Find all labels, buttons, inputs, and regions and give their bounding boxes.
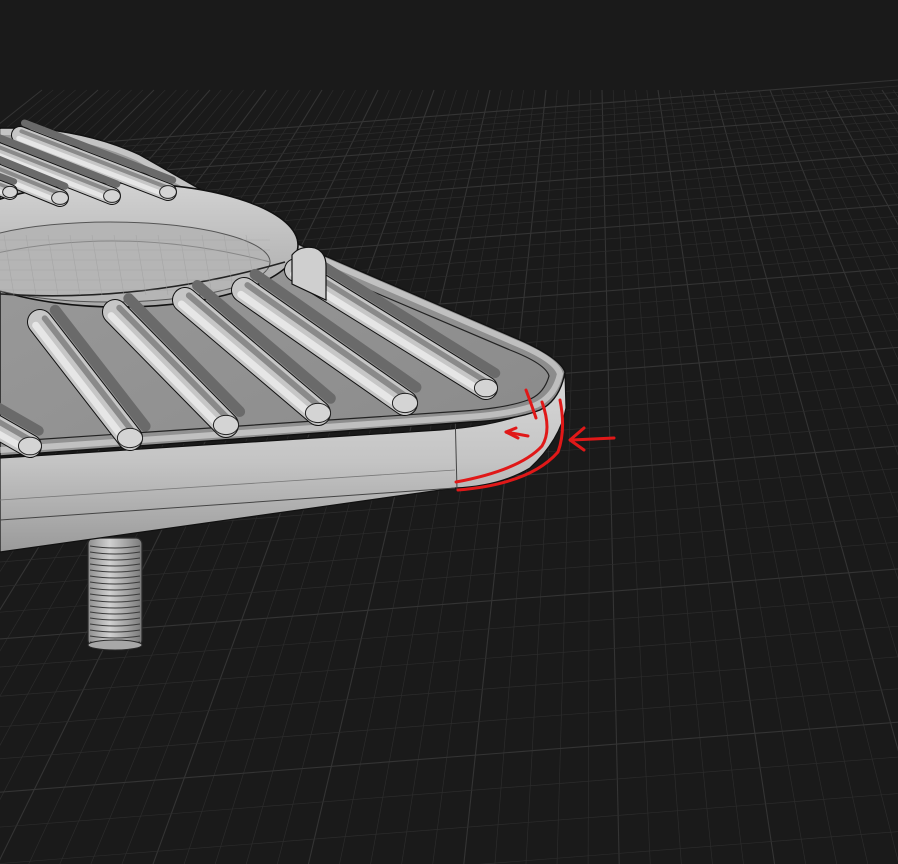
model-scene[interactable] [0,0,898,864]
threaded-bolt [87,537,143,651]
3d-viewport[interactable] [0,0,898,864]
